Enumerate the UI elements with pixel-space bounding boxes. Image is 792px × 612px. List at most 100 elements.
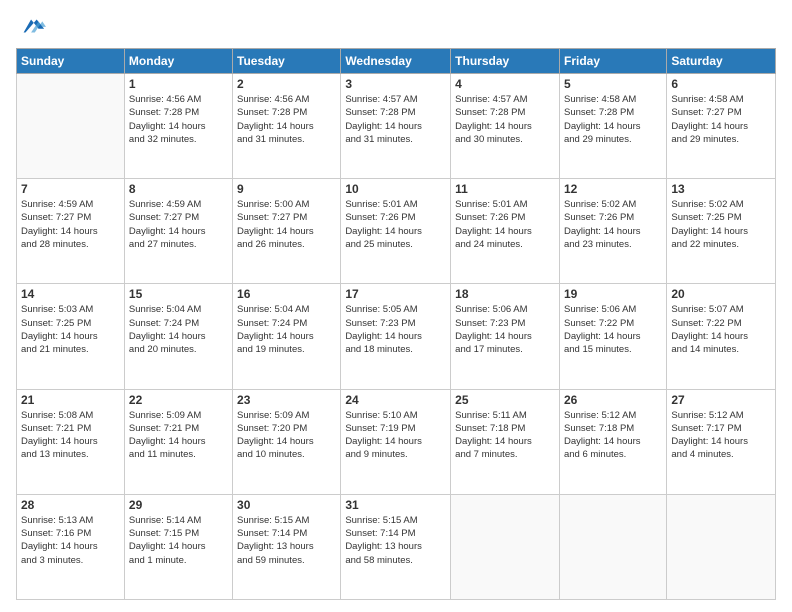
day-number: 30 — [237, 498, 336, 512]
cell-content: Sunrise: 5:01 AM Sunset: 7:26 PM Dayligh… — [345, 198, 446, 251]
calendar-cell: 19 Sunrise: 5:06 AM Sunset: 7:22 PM Dayli… — [559, 284, 666, 389]
cell-content: Sunrise: 5:09 AM Sunset: 7:21 PM Dayligh… — [129, 409, 228, 462]
day-number: 17 — [345, 287, 446, 301]
calendar-cell: 26 Sunrise: 5:12 AM Sunset: 7:18 PM Dayli… — [559, 389, 666, 494]
day-number: 22 — [129, 393, 228, 407]
logo — [16, 12, 46, 40]
day-number: 24 — [345, 393, 446, 407]
calendar-cell: 16 Sunrise: 5:04 AM Sunset: 7:24 PM Dayli… — [233, 284, 341, 389]
cell-content: Sunrise: 5:06 AM Sunset: 7:22 PM Dayligh… — [564, 303, 662, 356]
cell-content: Sunrise: 4:59 AM Sunset: 7:27 PM Dayligh… — [21, 198, 120, 251]
day-number: 11 — [455, 182, 555, 196]
cell-content: Sunrise: 5:14 AM Sunset: 7:15 PM Dayligh… — [129, 514, 228, 567]
cell-content: Sunrise: 5:11 AM Sunset: 7:18 PM Dayligh… — [455, 409, 555, 462]
header — [16, 12, 776, 40]
day-number: 2 — [237, 77, 336, 91]
calendar-cell: 8 Sunrise: 4:59 AM Sunset: 7:27 PM Daylig… — [124, 179, 232, 284]
day-number: 27 — [671, 393, 771, 407]
logo-icon — [18, 12, 46, 40]
calendar-cell — [667, 494, 776, 599]
cell-content: Sunrise: 5:10 AM Sunset: 7:19 PM Dayligh… — [345, 409, 446, 462]
calendar-cell: 21 Sunrise: 5:08 AM Sunset: 7:21 PM Dayli… — [17, 389, 125, 494]
day-number: 10 — [345, 182, 446, 196]
calendar-cell: 30Sunrise: 5:15 AM Sunset: 7:14 PM Dayli… — [233, 494, 341, 599]
week-row-1: 1Sunrise: 4:56 AM Sunset: 7:28 PM Daylig… — [17, 74, 776, 179]
cell-content: Sunrise: 5:02 AM Sunset: 7:26 PM Dayligh… — [564, 198, 662, 251]
cell-content: Sunrise: 5:15 AM Sunset: 7:14 PM Dayligh… — [345, 514, 446, 567]
day-number: 4 — [455, 77, 555, 91]
cell-content: Sunrise: 5:08 AM Sunset: 7:21 PM Dayligh… — [21, 409, 120, 462]
page: SundayMondayTuesdayWednesdayThursdayFrid… — [0, 0, 792, 612]
day-number: 12 — [564, 182, 662, 196]
cell-content: Sunrise: 4:57 AM Sunset: 7:28 PM Dayligh… — [455, 93, 555, 146]
day-number: 5 — [564, 77, 662, 91]
day-number: 7 — [21, 182, 120, 196]
week-row-4: 21 Sunrise: 5:08 AM Sunset: 7:21 PM Dayli… — [17, 389, 776, 494]
calendar-cell: 23 Sunrise: 5:09 AM Sunset: 7:20 PM Dayli… — [233, 389, 341, 494]
calendar-cell: 9Sunrise: 5:00 AM Sunset: 7:27 PM Daylig… — [233, 179, 341, 284]
day-number: 6 — [671, 77, 771, 91]
day-number: 25 — [455, 393, 555, 407]
day-number: 13 — [671, 182, 771, 196]
calendar-cell: 20 Sunrise: 5:07 AM Sunset: 7:22 PM Dayli… — [667, 284, 776, 389]
cell-content: Sunrise: 5:00 AM Sunset: 7:27 PM Dayligh… — [237, 198, 336, 251]
col-header-friday: Friday — [559, 49, 666, 74]
calendar-cell: 5 Sunrise: 4:58 AM Sunset: 7:28 PM Daylig… — [559, 74, 666, 179]
cell-content: Sunrise: 5:07 AM Sunset: 7:22 PM Dayligh… — [671, 303, 771, 356]
calendar-cell: 31 Sunrise: 5:15 AM Sunset: 7:14 PM Dayli… — [341, 494, 451, 599]
cell-content: Sunrise: 5:12 AM Sunset: 7:18 PM Dayligh… — [564, 409, 662, 462]
col-header-sunday: Sunday — [17, 49, 125, 74]
calendar-cell: 10 Sunrise: 5:01 AM Sunset: 7:26 PM Dayli… — [341, 179, 451, 284]
calendar-cell: 11 Sunrise: 5:01 AM Sunset: 7:26 PM Dayli… — [451, 179, 560, 284]
cell-content: Sunrise: 4:56 AM Sunset: 7:28 PM Dayligh… — [237, 93, 336, 146]
cell-content: Sunrise: 5:04 AM Sunset: 7:24 PM Dayligh… — [129, 303, 228, 356]
day-number: 31 — [345, 498, 446, 512]
calendar-cell: 28Sunrise: 5:13 AM Sunset: 7:16 PM Dayli… — [17, 494, 125, 599]
calendar-cell: 18 Sunrise: 5:06 AM Sunset: 7:23 PM Dayli… — [451, 284, 560, 389]
day-number: 29 — [129, 498, 228, 512]
day-number: 8 — [129, 182, 228, 196]
cell-content: Sunrise: 5:12 AM Sunset: 7:17 PM Dayligh… — [671, 409, 771, 462]
day-number: 3 — [345, 77, 446, 91]
cell-content: Sunrise: 4:56 AM Sunset: 7:28 PM Dayligh… — [129, 93, 228, 146]
week-row-5: 28Sunrise: 5:13 AM Sunset: 7:16 PM Dayli… — [17, 494, 776, 599]
col-header-tuesday: Tuesday — [233, 49, 341, 74]
day-number: 20 — [671, 287, 771, 301]
header-row: SundayMondayTuesdayWednesdayThursdayFrid… — [17, 49, 776, 74]
day-number: 16 — [237, 287, 336, 301]
cell-content: Sunrise: 5:05 AM Sunset: 7:23 PM Dayligh… — [345, 303, 446, 356]
calendar-cell: 3 Sunrise: 4:57 AM Sunset: 7:28 PM Daylig… — [341, 74, 451, 179]
cell-content: Sunrise: 5:01 AM Sunset: 7:26 PM Dayligh… — [455, 198, 555, 251]
calendar-cell: 15 Sunrise: 5:04 AM Sunset: 7:24 PM Dayli… — [124, 284, 232, 389]
calendar-cell: 24 Sunrise: 5:10 AM Sunset: 7:19 PM Dayli… — [341, 389, 451, 494]
cell-content: Sunrise: 5:09 AM Sunset: 7:20 PM Dayligh… — [237, 409, 336, 462]
cell-content: Sunrise: 5:04 AM Sunset: 7:24 PM Dayligh… — [237, 303, 336, 356]
cell-content: Sunrise: 5:06 AM Sunset: 7:23 PM Dayligh… — [455, 303, 555, 356]
day-number: 18 — [455, 287, 555, 301]
col-header-monday: Monday — [124, 49, 232, 74]
day-number: 28 — [21, 498, 120, 512]
col-header-wednesday: Wednesday — [341, 49, 451, 74]
day-number: 21 — [21, 393, 120, 407]
calendar-cell: 27 Sunrise: 5:12 AM Sunset: 7:17 PM Dayli… — [667, 389, 776, 494]
calendar-cell — [451, 494, 560, 599]
day-number: 26 — [564, 393, 662, 407]
calendar-cell: 6Sunrise: 4:58 AM Sunset: 7:27 PM Daylig… — [667, 74, 776, 179]
cell-content: Sunrise: 4:59 AM Sunset: 7:27 PM Dayligh… — [129, 198, 228, 251]
col-header-thursday: Thursday — [451, 49, 560, 74]
calendar-cell: 1Sunrise: 4:56 AM Sunset: 7:28 PM Daylig… — [124, 74, 232, 179]
col-header-saturday: Saturday — [667, 49, 776, 74]
cell-content: Sunrise: 4:58 AM Sunset: 7:28 PM Dayligh… — [564, 93, 662, 146]
calendar-cell: 29 Sunrise: 5:14 AM Sunset: 7:15 PM Dayli… — [124, 494, 232, 599]
week-row-3: 14 Sunrise: 5:03 AM Sunset: 7:25 PM Dayli… — [17, 284, 776, 389]
day-number: 14 — [21, 287, 120, 301]
week-row-2: 7 Sunrise: 4:59 AM Sunset: 7:27 PM Daylig… — [17, 179, 776, 284]
cell-content: Sunrise: 5:03 AM Sunset: 7:25 PM Dayligh… — [21, 303, 120, 356]
day-number: 19 — [564, 287, 662, 301]
calendar-cell: 2 Sunrise: 4:56 AM Sunset: 7:28 PM Daylig… — [233, 74, 341, 179]
calendar-cell: 22 Sunrise: 5:09 AM Sunset: 7:21 PM Dayli… — [124, 389, 232, 494]
cell-content: Sunrise: 4:57 AM Sunset: 7:28 PM Dayligh… — [345, 93, 446, 146]
day-number: 23 — [237, 393, 336, 407]
calendar-cell: 13Sunrise: 5:02 AM Sunset: 7:25 PM Dayli… — [667, 179, 776, 284]
day-number: 15 — [129, 287, 228, 301]
